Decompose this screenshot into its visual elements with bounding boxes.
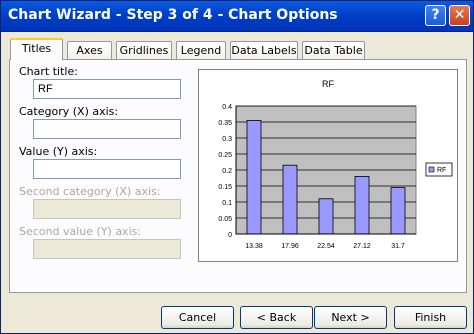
second-category-x-axis-label: Second category (X) axis: <box>19 185 161 198</box>
close-button[interactable]: ✕ <box>449 5 470 26</box>
chart-title-label: Chart title: <box>19 65 78 78</box>
bar <box>390 187 406 235</box>
category-x-axis-label: Category (X) axis: <box>19 105 119 118</box>
chart-wizard-dialog: Chart Wizard - Step 3 of 4 - Chart Optio… <box>0 0 474 334</box>
x-tick-label: 13.38 <box>245 243 263 250</box>
chart-preview-svg: RF 0 0.05 0.1 0.15 0.2 0.25 0.3 0.35 0.4 13.38 17.9… <box>218 79 453 250</box>
next-button[interactable]: Next > <box>314 306 387 329</box>
y-tick-label: 0 <box>228 232 232 239</box>
help-button[interactable]: ? <box>425 5 446 26</box>
y-tick-label: 0.25 <box>218 152 232 159</box>
tab-data-table[interactable]: Data Table <box>302 41 365 59</box>
tab-label: Titles <box>21 42 52 55</box>
y-tick-label: 0.15 <box>218 184 232 191</box>
title-bar[interactable]: Chart Wizard - Step 3 of 4 - Chart Optio… <box>1 1 473 32</box>
chart-preview: RF 0 0.05 0.1 0.15 0.2 0.25 0.3 0.35 0.4 13.38 17.9… <box>198 69 458 262</box>
legend-label: RF <box>437 167 446 174</box>
tab-axes[interactable]: Axes <box>67 41 112 59</box>
y-tick-label: 0.3 <box>222 136 232 143</box>
chart-title-input[interactable] <box>33 79 181 99</box>
second-value-y-axis-input <box>33 239 181 259</box>
y-tick-label: 0.1 <box>222 200 232 207</box>
second-value-y-axis-label: Second value (Y) axis: <box>19 225 142 238</box>
x-tick-label: 31.7 <box>391 243 405 250</box>
x-tick-label: 22.54 <box>317 243 335 250</box>
second-category-x-axis-input <box>33 199 181 219</box>
bar <box>354 176 370 235</box>
finish-button[interactable]: Finish <box>394 306 467 329</box>
tab-titles[interactable]: Titles <box>10 38 63 60</box>
x-tick-label: 27.12 <box>353 243 371 250</box>
close-icon: ✕ <box>453 7 466 23</box>
category-x-axis-input[interactable] <box>33 119 181 139</box>
tab-label: Gridlines <box>119 44 169 57</box>
tab-label: Data Table <box>304 44 363 57</box>
tab-label: Axes <box>76 44 103 57</box>
bar <box>246 120 262 235</box>
x-tick-label: 17.96 <box>281 243 299 250</box>
y-tick-label: 0.35 <box>218 120 232 127</box>
back-button[interactable]: < Back <box>240 306 313 329</box>
window-title: Chart Wizard - Step 3 of 4 - Chart Optio… <box>8 7 338 23</box>
tab-label: Legend <box>180 44 222 57</box>
cancel-button[interactable]: Cancel <box>161 306 234 329</box>
bar <box>282 164 298 235</box>
chart-title: RF <box>322 79 334 89</box>
legend-swatch <box>428 166 435 173</box>
tab-label: Data Labels <box>231 44 297 57</box>
y-tick-label: 0.2 <box>222 168 232 175</box>
help-icon: ? <box>431 7 440 23</box>
tab-data-labels[interactable]: Data Labels <box>230 41 298 59</box>
y-tick-label: 0.4 <box>222 104 232 111</box>
bar <box>318 198 334 235</box>
tab-gridlines[interactable]: Gridlines <box>116 41 172 59</box>
tab-legend[interactable]: Legend <box>176 41 226 59</box>
value-y-axis-label: Value (Y) axis: <box>19 145 98 158</box>
value-y-axis-input[interactable] <box>33 159 181 179</box>
y-tick-label: 0.05 <box>218 216 232 223</box>
